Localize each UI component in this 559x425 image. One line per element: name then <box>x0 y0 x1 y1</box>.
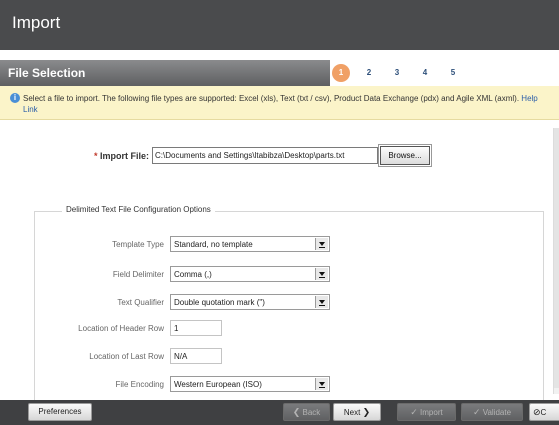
dropdown-arrow-icon[interactable] <box>315 238 328 250</box>
browse-button[interactable]: Browse... <box>378 144 432 167</box>
notice-message: Select a file to import. The following f… <box>23 94 522 103</box>
back-label: Back <box>302 408 321 417</box>
import-file-label-text: Import File: <box>100 151 149 161</box>
field-delimiter-value: Comma (,) <box>174 270 212 279</box>
text-qualifier-value: Double quotation mark (") <box>174 298 265 307</box>
chevron-right-icon: ❯ <box>362 407 371 417</box>
config-options-legend: Delimited Text File Configuration Option… <box>62 205 215 214</box>
step-5[interactable]: 5 <box>444 64 462 82</box>
text-qualifier-label: Text Qualifier <box>117 298 164 307</box>
dropdown-arrow-icon[interactable] <box>315 378 328 390</box>
field-delimiter-label: Field Delimiter <box>112 270 164 279</box>
file-encoding-row: File Encoding Western European (ISO) <box>0 376 559 392</box>
window-header: Import <box>0 0 559 50</box>
import-file-label: * Import File: <box>94 151 149 161</box>
step-indicator: 1 2 3 4 5 <box>330 60 559 86</box>
file-encoding-value: Western European (ISO) <box>174 380 262 389</box>
template-type-row: Template Type Standard, no template <box>0 236 559 252</box>
notice-text: Select a file to import. The following f… <box>23 93 553 115</box>
cancel-button[interactable]: ⊘C <box>529 403 559 421</box>
footer-toolbar: Preferences ❮ Back Next ❯ ✓ Import ✓ Val… <box>0 400 559 425</box>
validate-label: Validate <box>482 408 512 417</box>
next-button[interactable]: Next ❯ <box>333 403 381 421</box>
info-notice: i Select a file to import. The following… <box>0 86 559 120</box>
template-type-select[interactable]: Standard, no template <box>170 236 330 252</box>
import-button[interactable]: ✓ Import <box>397 403 456 421</box>
next-label: Next <box>343 408 361 417</box>
back-button[interactable]: ❮ Back <box>283 403 330 421</box>
header-row-label: Location of Header Row <box>78 324 164 333</box>
wizard-step-bar: File Selection 1 2 3 4 5 <box>0 60 559 86</box>
template-type-label: Template Type <box>112 240 164 249</box>
preferences-label: Preferences <box>38 407 82 416</box>
required-marker: * <box>93 151 98 161</box>
step-3[interactable]: 3 <box>388 64 406 82</box>
dropdown-arrow-icon[interactable] <box>315 268 328 280</box>
header-row-input[interactable]: 1 <box>170 320 222 336</box>
checkmark-icon: ✓ <box>410 407 418 417</box>
cancel-label: C <box>540 408 547 417</box>
text-qualifier-select[interactable]: Double quotation mark (") <box>170 294 330 310</box>
file-encoding-select[interactable]: Western European (ISO) <box>170 376 330 392</box>
last-row-label: Location of Last Row <box>89 352 164 361</box>
file-encoding-label: File Encoding <box>115 380 164 389</box>
step-1[interactable]: 1 <box>332 64 350 82</box>
page-title: Import <box>12 13 61 32</box>
field-delimiter-select[interactable]: Comma (,) <box>170 266 330 282</box>
checkmark-icon: ✓ <box>472 407 481 417</box>
cancel-icon: ⊘ <box>533 407 541 417</box>
header-row-row: Location of Header Row 1 <box>0 320 559 336</box>
info-icon: i <box>10 93 20 103</box>
section-header: File Selection <box>0 60 330 86</box>
last-row-row: Location of Last Row N/A <box>0 348 559 364</box>
import-file-row: * Import File: C:\Documents and Settings… <box>0 144 559 167</box>
text-qualifier-row: Text Qualifier Double quotation mark (") <box>0 294 559 310</box>
preferences-button[interactable]: Preferences <box>28 403 92 421</box>
step-2[interactable]: 2 <box>360 64 378 82</box>
field-delimiter-row: Field Delimiter Comma (,) <box>0 266 559 282</box>
import-file-input[interactable]: C:\Documents and Settings\ltabibza\Deskt… <box>152 147 378 164</box>
chevron-left-icon: ❮ <box>292 407 301 417</box>
import-label: Import <box>420 408 443 417</box>
validate-button[interactable]: ✓ Validate <box>461 403 523 421</box>
last-row-input[interactable]: N/A <box>170 348 222 364</box>
dropdown-arrow-icon[interactable] <box>315 296 328 308</box>
template-type-value: Standard, no template <box>174 240 253 249</box>
step-4[interactable]: 4 <box>416 64 434 82</box>
section-title: File Selection <box>8 66 86 80</box>
